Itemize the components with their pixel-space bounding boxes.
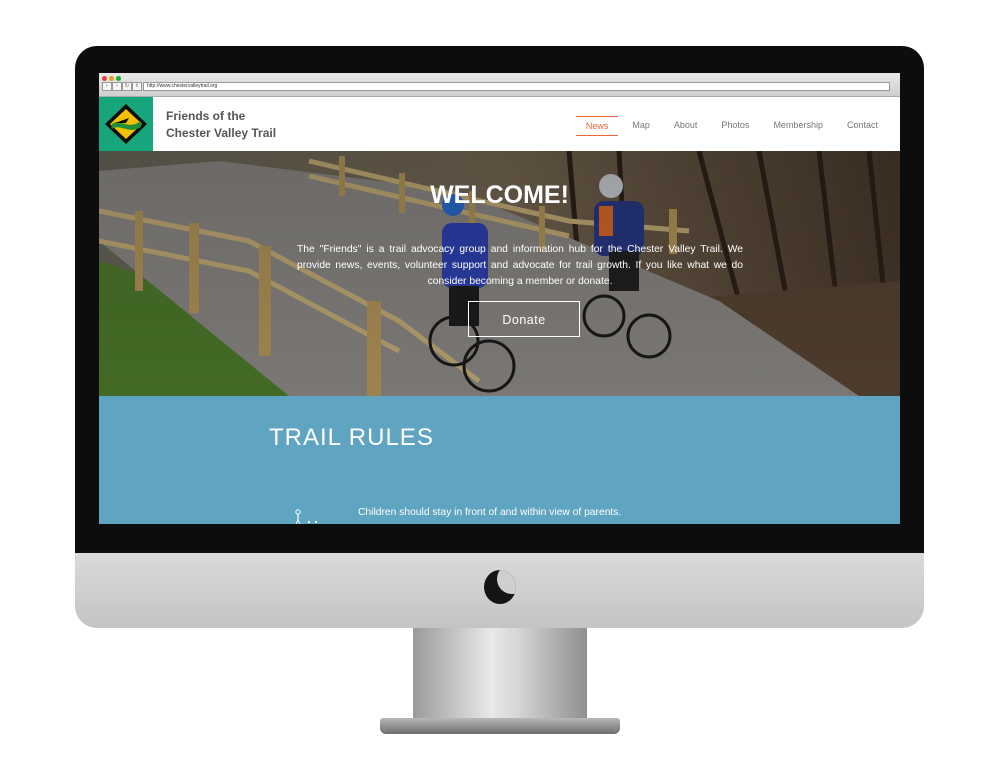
hero-text: The "Friends" is a trail advocacy group …: [297, 244, 743, 287]
site-brand[interactable]: Friends of the Chester Valley Trail: [166, 108, 276, 142]
hero-title: WELCOME!: [430, 181, 569, 209]
site-header: Friends of the Chester Valley Trail News…: [99, 97, 900, 151]
trail-rules-title: TRAIL RULES: [269, 424, 434, 451]
brand-line-1: Friends of the: [166, 109, 246, 123]
browser-toolbar: ‹ › ↻ ⇪ http://www.chestervalleytrail.or…: [99, 73, 900, 97]
close-window-icon[interactable]: [102, 76, 107, 81]
monitor-stand: [413, 628, 587, 720]
donate-button[interactable]: Donate: [468, 301, 580, 337]
browser-screen: ‹ › ↻ ⇪ http://www.chestervalleytrail.or…: [99, 73, 900, 524]
nav-item-about[interactable]: About: [664, 116, 708, 136]
logo[interactable]: [99, 97, 153, 151]
minimize-window-icon[interactable]: [109, 76, 114, 81]
forward-icon[interactable]: ›: [112, 82, 122, 91]
family-walking-icon: [295, 509, 318, 524]
hero-section: WELCOME! The "Friends" is a trail advoca…: [99, 151, 900, 396]
share-icon[interactable]: ⇪: [132, 82, 142, 91]
trail-diamond-logo-icon: [105, 104, 147, 144]
trail-rules-section: TRAIL RULES Children should stay in fron…: [99, 396, 900, 524]
apple-logo-icon: [484, 570, 516, 604]
nav-item-news[interactable]: News: [575, 116, 619, 136]
nav-item-photos[interactable]: Photos: [711, 116, 759, 136]
back-icon[interactable]: ‹: [102, 82, 112, 91]
brand-line-2: Chester Valley Trail: [166, 126, 277, 140]
address-bar[interactable]: http://www.chestervalleytrail.org: [143, 82, 890, 91]
nav-item-membership[interactable]: Membership: [763, 116, 833, 136]
reload-icon[interactable]: ↻: [122, 82, 132, 91]
maximize-window-icon[interactable]: [116, 76, 121, 81]
nav-item-map[interactable]: Map: [622, 116, 660, 136]
monitor-stand-base: [380, 718, 620, 734]
nav-item-contact[interactable]: Contact: [837, 116, 888, 136]
trail-rule-text: Children should stay in front of and wit…: [358, 507, 622, 518]
main-nav: News Map About Photos Membership Contact: [572, 116, 888, 136]
